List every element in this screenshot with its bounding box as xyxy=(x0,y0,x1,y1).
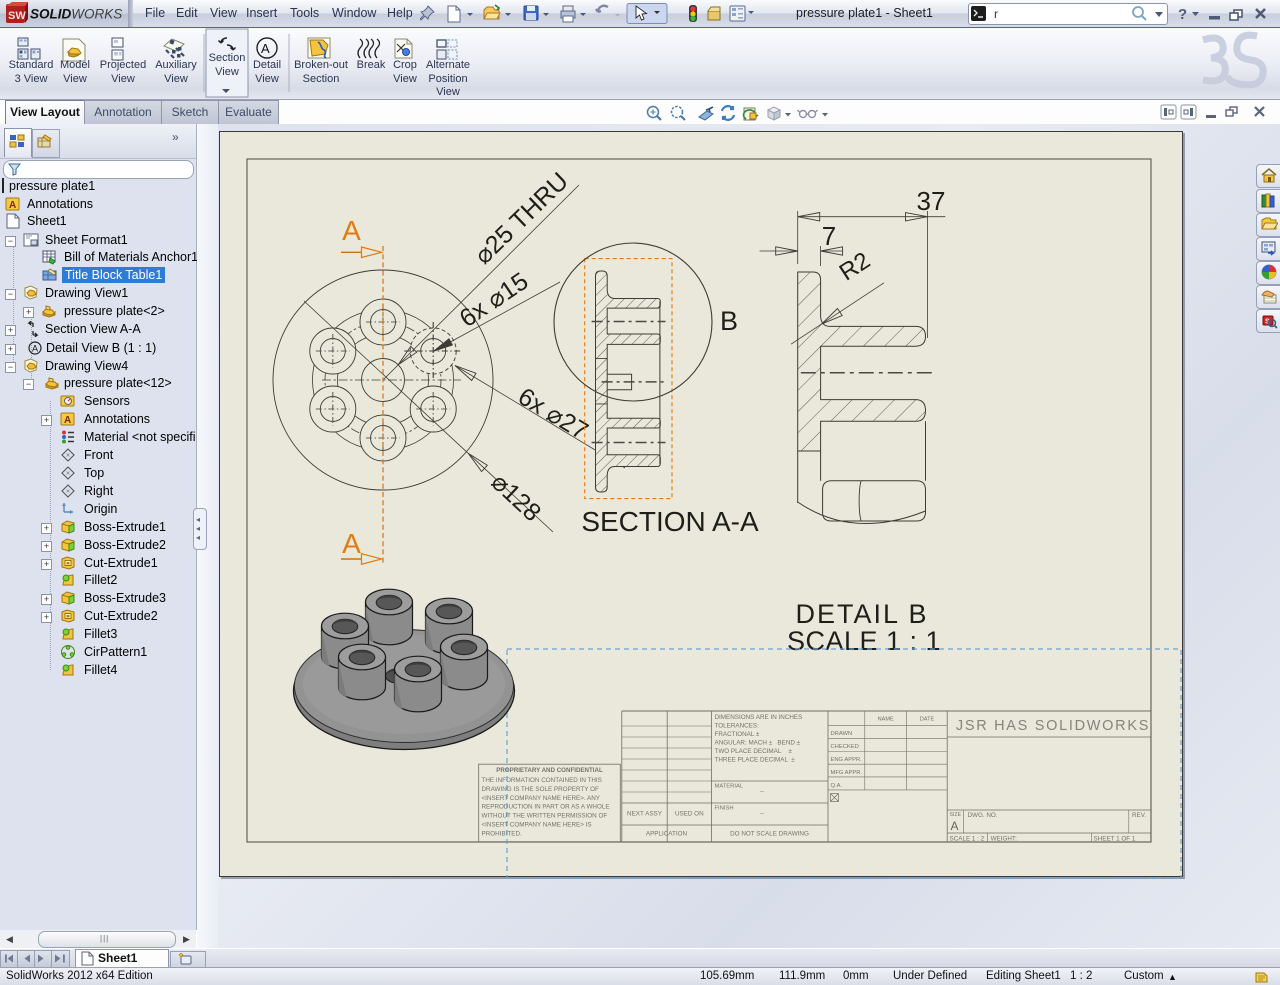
svg-text:SW: SW xyxy=(8,10,26,22)
svg-text:?: ? xyxy=(1178,6,1187,23)
svg-text:A: A xyxy=(32,344,38,354)
svg-text:A: A xyxy=(261,41,270,56)
svg-text:A: A xyxy=(9,200,16,211)
svg-text:A: A xyxy=(64,415,71,426)
svg-text:SOLIDWORKS: SOLIDWORKS xyxy=(30,7,122,22)
